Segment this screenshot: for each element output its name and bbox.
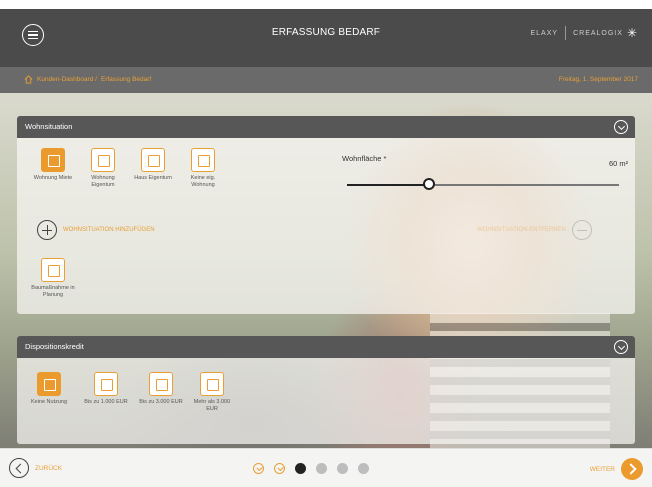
breadcrumb-dashboard[interactable]: Kunden-Dashboard /: [37, 76, 97, 83]
option-wohnung-eigentum[interactable]: Wohnung Eigentum: [81, 148, 125, 189]
next-button[interactable]: WEITER: [590, 458, 643, 480]
brand-divider: [565, 26, 567, 40]
apartment-owned-icon: [91, 148, 115, 172]
option-label: Bis zu 3.000 EUR: [139, 399, 183, 405]
credit-medium-icon: [149, 372, 173, 396]
panel-title: Wohnsituation: [25, 122, 73, 131]
step-dot-2[interactable]: [274, 463, 285, 474]
panel-title: Dispositionskredit: [25, 342, 84, 351]
step-indicator: [253, 463, 369, 474]
back-label: ZURÜCK: [35, 464, 63, 472]
option-label: Wohnung Eigentum: [91, 175, 115, 188]
app-header: ERFASSUNG BEDARF ELAXY CREALOGIX ✳: [0, 0, 652, 67]
option-bis-1000[interactable]: Bis zu 1.000 EUR: [84, 372, 128, 406]
elaxy-logo: ELAXY: [530, 29, 559, 37]
add-wohnsituation-button[interactable]: WOHNSITUATION HINZUFÜGEN: [37, 220, 155, 240]
step-dot-5[interactable]: [337, 463, 348, 474]
next-label: WEITER: [589, 465, 615, 473]
no-home-icon: [191, 148, 215, 172]
step-dot-6[interactable]: [358, 463, 369, 474]
option-wohnung-miete[interactable]: Wohnung Miete: [31, 148, 75, 182]
apartment-icon: [41, 148, 65, 172]
back-button[interactable]: ZURÜCK: [9, 458, 62, 478]
option-baumassnahme[interactable]: Baumaßnahme in Planung: [31, 258, 75, 299]
remove-label: WOHNSITUATION ENTFERNEN: [477, 227, 566, 233]
option-label: Wohnung Miete: [33, 175, 73, 181]
brand-logos: ELAXY CREALOGIX ✳: [531, 26, 639, 40]
date-label: Freitag, 1. September 2017: [558, 76, 638, 83]
wizard-footer: ZURÜCK WEITER: [0, 448, 652, 487]
remove-wohnsituation-button[interactable]: WOHNSITUATION ENTFERNEN: [477, 220, 592, 240]
credit-none-icon: [37, 372, 61, 396]
option-keine-nutzung[interactable]: Keine Nutzung: [27, 372, 71, 406]
option-bis-3000[interactable]: Bis zu 3.000 EUR: [139, 372, 183, 406]
step-dot-4[interactable]: [316, 463, 327, 474]
panel-wohnsituation: Wohnsituation Wohnung Miete Wohnung Eige…: [17, 116, 635, 314]
option-label: Baumaßnahme in Planung: [31, 285, 75, 298]
crealogix-logo: CREALOGIX: [573, 29, 623, 37]
chevron-right-icon: [621, 458, 643, 480]
credit-large-icon: [200, 372, 224, 396]
panel-header-dispositionskredit[interactable]: Dispositionskredit: [17, 336, 635, 358]
breadcrumb-current: Erfassung Bedarf: [101, 76, 152, 83]
collapse-chevron-icon[interactable]: [614, 340, 628, 354]
wohnflaeche-value: 60 m²: [609, 159, 629, 168]
option-label: Mehr als 3.000 EUR: [193, 399, 231, 412]
option-label: Keine eig. Wohnung: [190, 175, 216, 188]
credit-small-icon: [94, 372, 118, 396]
option-label: Haus Eigentum: [134, 175, 172, 181]
minus-icon: [571, 220, 592, 240]
breadcrumb: Kunden-Dashboard / Erfassung Bedarf: [24, 75, 151, 84]
step-dot-3[interactable]: [295, 463, 306, 474]
chevron-left-icon: [9, 458, 29, 478]
slider-fill: [347, 183, 429, 186]
breadcrumb-bar: Kunden-Dashboard / Erfassung Bedarf Frei…: [0, 67, 652, 93]
option-label: Bis zu 1.000 EUR: [84, 399, 128, 405]
home-icon[interactable]: [24, 75, 33, 84]
step-dot-1[interactable]: [253, 463, 264, 474]
collapse-chevron-icon[interactable]: [614, 120, 628, 134]
option-mehr-3000[interactable]: Mehr als 3.000 EUR: [190, 372, 234, 413]
wohnflaeche-label: Wohnfläche *: [342, 154, 387, 163]
house-icon: [141, 148, 165, 172]
option-label: Keine Nutzung: [30, 399, 68, 405]
crealogix-star-icon: ✳: [626, 26, 638, 40]
panel-header-wohnsituation[interactable]: Wohnsituation: [17, 116, 635, 138]
construction-icon: [41, 258, 65, 282]
plus-icon: [37, 220, 57, 240]
option-keine-wohnung[interactable]: Keine eig. Wohnung: [181, 148, 225, 189]
panel-dispositionskredit: Dispositionskredit Keine Nutzung Bis zu …: [17, 336, 635, 444]
add-label: WOHNSITUATION HINZUFÜGEN: [63, 227, 155, 233]
option-haus-eigentum[interactable]: Haus Eigentum: [131, 148, 175, 182]
slider-handle[interactable]: [422, 178, 435, 190]
